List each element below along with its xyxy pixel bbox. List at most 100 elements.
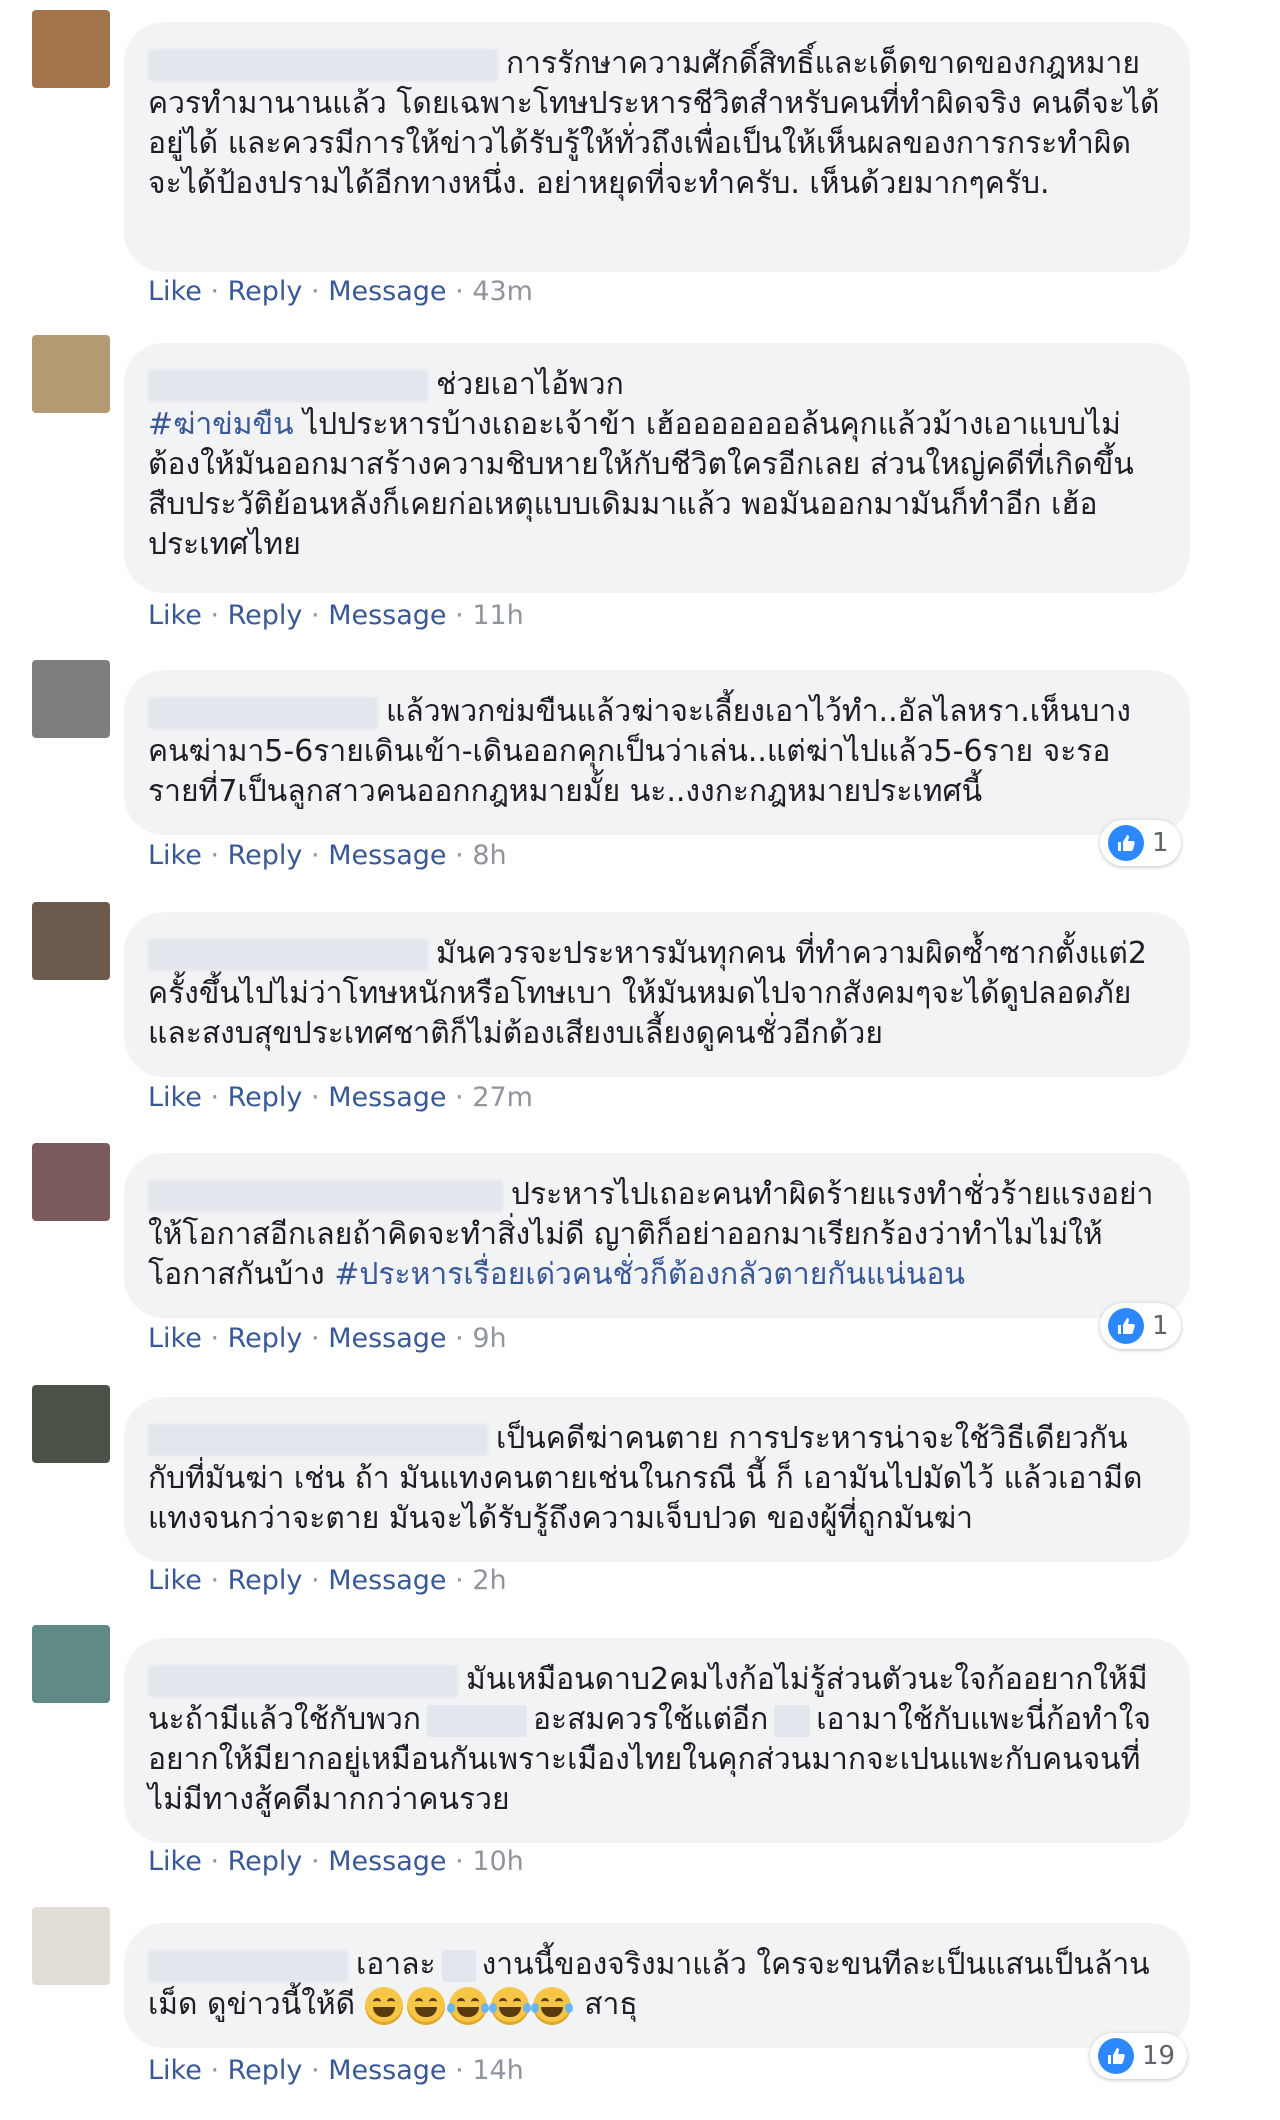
emoji-row xyxy=(364,1986,585,2025)
separator: · xyxy=(455,840,464,871)
author-name-redacted[interactable] xyxy=(148,1179,503,1212)
message-link[interactable]: Message xyxy=(328,1323,446,1354)
reply-link[interactable]: Reply xyxy=(228,1565,303,1596)
timestamp[interactable]: 2h xyxy=(472,1565,506,1596)
avatar[interactable] xyxy=(32,335,110,413)
reaction-count-value: 19 xyxy=(1142,2041,1176,2071)
avatar[interactable] xyxy=(32,1907,110,1985)
reaction-count[interactable]: 19 xyxy=(1090,2033,1188,2079)
separator: · xyxy=(210,840,220,871)
separator: · xyxy=(311,1323,320,1354)
author-name-redacted[interactable] xyxy=(148,696,378,729)
avatar[interactable] xyxy=(32,10,110,88)
author-name-redacted[interactable] xyxy=(148,1949,348,1982)
like-link[interactable]: Like xyxy=(148,1323,202,1354)
redacted-word xyxy=(426,1704,527,1737)
timestamp[interactable]: 11h xyxy=(472,600,523,631)
reply-link[interactable]: Reply xyxy=(228,1323,303,1354)
separator: · xyxy=(311,1565,320,1596)
separator: · xyxy=(210,1082,220,1113)
avatar[interactable] xyxy=(32,1143,110,1221)
message-link[interactable]: Message xyxy=(328,1846,446,1877)
comment-bubble: ช่วยเอาไอ้พวก #ฆ่าข่มขืน ไปประหารบ้างเถอ… xyxy=(124,343,1190,593)
message-link[interactable]: Message xyxy=(328,1082,446,1113)
avatar[interactable] xyxy=(32,1385,110,1463)
reply-link[interactable]: Reply xyxy=(228,600,303,631)
comment-bubble: เอาละ งานนี้ของจริงมาแล้ว ใครจะขนทีละเป็น… xyxy=(124,1923,1190,2048)
timestamp[interactable]: 43m xyxy=(472,276,533,307)
redacted-word xyxy=(774,1704,811,1737)
comment-actions: Like · Reply · Message · 10h xyxy=(148,1846,524,1877)
separator: · xyxy=(210,2055,220,2086)
author-name-redacted[interactable] xyxy=(148,938,428,971)
joy-icon xyxy=(446,1986,489,2025)
reaction-count[interactable]: 1 xyxy=(1100,820,1181,866)
like-link[interactable]: Like xyxy=(148,1082,202,1113)
message-link[interactable]: Message xyxy=(328,276,446,307)
separator: · xyxy=(455,1323,464,1354)
comment-text: ไปประหารบ้างเถอะเจ้าข้า เฮ้อออออออล้นคุก… xyxy=(148,407,1134,562)
like-link[interactable]: Like xyxy=(148,1846,202,1877)
hashtag-link[interactable]: #ประหารเรื่อยเด่วคนชั่วก็ต้องกลัวตายกันแ… xyxy=(334,1257,965,1292)
separator: · xyxy=(210,1565,220,1596)
reaction-count-value: 1 xyxy=(1152,828,1169,858)
separator: · xyxy=(455,1082,464,1113)
separator: · xyxy=(455,1565,464,1596)
timestamp[interactable]: 8h xyxy=(472,840,506,871)
like-link[interactable]: Like xyxy=(148,840,202,871)
comment-text: เอาละ xyxy=(356,1947,436,1982)
timestamp[interactable]: 14h xyxy=(472,2055,523,2086)
separator: · xyxy=(311,1082,320,1113)
separator: · xyxy=(311,840,320,871)
separator: · xyxy=(311,600,320,631)
author-name-redacted[interactable] xyxy=(148,48,498,81)
comment-text: สาธุ xyxy=(584,1987,638,2022)
redacted-word xyxy=(441,1949,476,1982)
comment-bubble: มันควรจะประหารมันทุกคน ที่ทำความผิดซ้ำซา… xyxy=(124,912,1190,1077)
separator: · xyxy=(311,1846,320,1877)
comment-actions: Like · Reply · Message · 2h xyxy=(148,1565,507,1596)
message-link[interactable]: Message xyxy=(328,2055,446,2086)
author-name-redacted[interactable] xyxy=(148,1423,488,1456)
separator: · xyxy=(311,2055,320,2086)
grin-icon xyxy=(364,1986,403,2025)
comment-bubble: แล้วพวกข่มขืนแล้วฆ่าจะเลี้ยงเอาไว้ทำ..อั… xyxy=(124,670,1190,835)
reply-link[interactable]: Reply xyxy=(228,840,303,871)
author-name-redacted[interactable] xyxy=(148,1664,458,1697)
joy-icon xyxy=(488,1986,531,2025)
thumbs-up-icon xyxy=(1108,825,1144,861)
joy-icon xyxy=(530,1986,573,2025)
avatar[interactable] xyxy=(32,660,110,738)
separator: · xyxy=(455,276,464,307)
like-link[interactable]: Like xyxy=(148,276,202,307)
reply-link[interactable]: Reply xyxy=(228,1846,303,1877)
reaction-count[interactable]: 1 xyxy=(1100,1303,1181,1349)
reply-link[interactable]: Reply xyxy=(228,1082,303,1113)
comment-bubble: เป็นคดีฆ่าคนตาย การประหารน่าจะใช้วิธีเดี… xyxy=(124,1397,1190,1562)
comment-actions: Like · Reply · Message · 11h xyxy=(148,600,524,631)
comment-actions: Like · Reply · Message · 14h xyxy=(148,2055,524,2086)
hashtag-link[interactable]: #ฆ่าข่มขืน xyxy=(148,407,294,442)
like-link[interactable]: Like xyxy=(148,2055,202,2086)
avatar[interactable] xyxy=(32,902,110,980)
comment-bubble: การรักษาความศักดิ์สิทธิ์และเด็ดขาดของกฎห… xyxy=(124,22,1190,272)
timestamp[interactable]: 9h xyxy=(472,1323,506,1354)
separator: · xyxy=(210,276,220,307)
avatar[interactable] xyxy=(32,1625,110,1703)
reply-link[interactable]: Reply xyxy=(228,276,303,307)
message-link[interactable]: Message xyxy=(328,600,446,631)
message-link[interactable]: Message xyxy=(328,840,446,871)
reply-link[interactable]: Reply xyxy=(228,2055,303,2086)
like-link[interactable]: Like xyxy=(148,1565,202,1596)
timestamp[interactable]: 10h xyxy=(472,1846,523,1877)
comment-bubble: ประหารไปเถอะคนทำผิดร้ายแรงทำชั่วร้ายแรงอ… xyxy=(124,1153,1190,1318)
author-name-redacted[interactable] xyxy=(148,369,428,402)
separator: · xyxy=(455,1846,464,1877)
comment-actions: Like · Reply · Message · 9h xyxy=(148,1323,507,1354)
timestamp[interactable]: 27m xyxy=(472,1082,533,1113)
like-link[interactable]: Like xyxy=(148,600,202,631)
thumbs-up-icon xyxy=(1108,1308,1144,1344)
separator: · xyxy=(311,276,320,307)
message-link[interactable]: Message xyxy=(328,1565,446,1596)
separator: · xyxy=(210,1846,220,1877)
